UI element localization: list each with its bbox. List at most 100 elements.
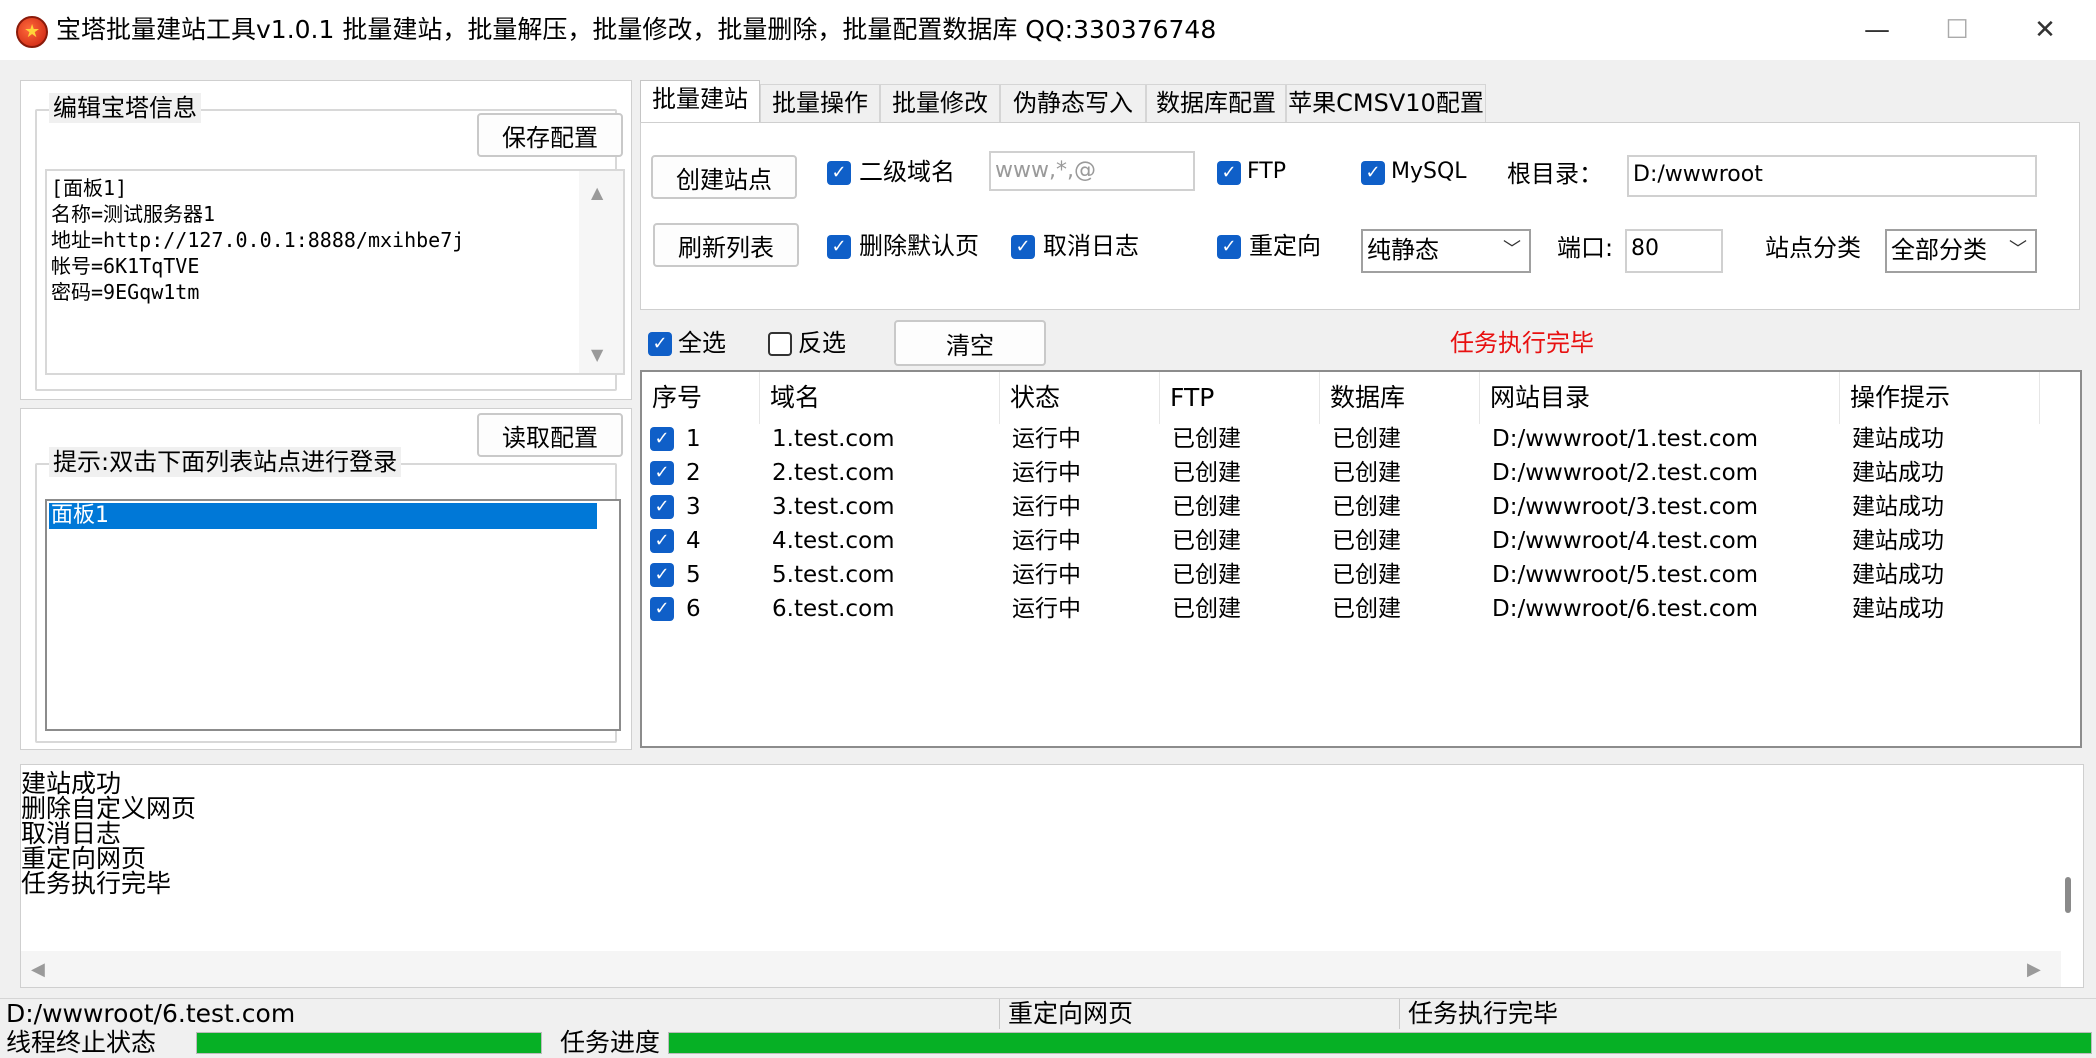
column-header-domain[interactable]: 域名 [760,372,1000,424]
config-line: 名称=测试服务器1 [51,202,216,226]
subdomain-label: 二级域名 [859,158,955,186]
column-header-database[interactable]: 数据库 [1320,372,1480,424]
log-line: 建站成功 [21,769,122,798]
log-horizontal-scrollbar[interactable]: ◀ ▶ [21,951,2061,987]
row-status: 运行中 [1012,596,1081,622]
row-checkbox[interactable]: ✓ [650,495,674,519]
row-hint: 建站成功 [1852,528,1944,554]
refresh-list-button[interactable]: 刷新列表 [653,223,799,267]
close-button[interactable]: ✕ [2000,0,2090,60]
status-message: 任务执行完毕 [1408,999,1559,1028]
row-checkbox[interactable]: ✓ [650,461,674,485]
status-path: D:/wwwroot/6.test.com [0,999,1000,1029]
php-version-select[interactable]: 纯静态 ﹀ [1361,229,1531,273]
select-all-label: 全选 [678,329,726,357]
subdomain-checkbox[interactable]: ✓ [827,161,851,185]
config-line: [面板1] [51,176,128,200]
row-hint: 建站成功 [1852,460,1944,486]
cancel-log-label: 取消日志 [1043,232,1139,260]
cancel-log-checkbox[interactable]: ✓ [1011,235,1035,259]
port-input[interactable]: 80 [1625,229,1723,273]
site-table[interactable]: 序号 域名 状态 FTP 数据库 网站目录 操作提示 ✓ 1 1.test.co… [640,370,2082,748]
column-header-site-dir[interactable]: 网站目录 [1480,372,1840,424]
task-progress-fill [669,1033,2091,1053]
title-bar: ★ 宝塔批量建站工具v1.0.1 批量建站，批量解压，批量修改，批量删除，批量配… [0,0,2096,60]
clear-button[interactable]: 清空 [894,320,1046,366]
row-site-dir: D:/wwwroot/3.test.com [1492,494,1759,520]
ftp-checkbox[interactable]: ✓ [1217,161,1241,185]
row-domain: 5.test.com [772,562,895,588]
row-site-dir: D:/wwwroot/2.test.com [1492,460,1759,486]
task-progress-bar [668,1032,2092,1054]
table-row[interactable]: ✓ 3 3.test.com 运行中 已创建 已创建 D:/wwwroot/3.… [642,490,2080,524]
table-row[interactable]: ✓ 6 6.test.com 运行中 已创建 已创建 D:/wwwroot/6.… [642,592,2080,626]
row-site-dir: D:/wwwroot/5.test.com [1492,562,1759,588]
invert-selection-label: 反选 [798,329,846,357]
mysql-label: MySQL [1391,159,1467,184]
maximize-button[interactable]: ☐ [1912,0,2002,60]
row-hint: 建站成功 [1852,596,1944,622]
edit-config-group-label: 编辑宝塔信息 [49,93,201,123]
scroll-down-arrow-icon[interactable]: ▼ [591,345,603,364]
select-all-checkbox[interactable]: ✓ [648,332,672,356]
table-row[interactable]: ✓ 1 1.test.com 运行中 已创建 已创建 D:/wwwroot/1.… [642,422,2080,456]
table-row[interactable]: ✓ 2 2.test.com 运行中 已创建 已创建 D:/wwwroot/2.… [642,456,2080,490]
row-ftp: 已创建 [1172,460,1241,486]
row-checkbox[interactable]: ✓ [650,563,674,587]
row-index: 1 [686,426,701,452]
mysql-checkbox[interactable]: ✓ [1361,161,1385,185]
minimize-button[interactable]: — [1832,0,1922,60]
column-header-status[interactable]: 状态 [1000,372,1160,424]
config-textarea[interactable]: [面板1] 名称=测试服务器1 地址=http://127.0.0.1:8888… [45,169,625,375]
log-textarea[interactable]: 建站成功 删除自定义网页 取消日志 重定向网页 任务执行完毕 ◀ ▶ [20,764,2084,988]
tab-database-config[interactable]: 数据库配置 [1146,84,1286,122]
create-site-button[interactable]: 创建站点 [651,155,797,199]
task-progress-label: 任务进度 [560,1028,661,1057]
site-category-select[interactable]: 全部分类 ﹀ [1885,229,2037,273]
log-line: 取消日志 [21,819,122,848]
log-vertical-scrollbar[interactable] [2065,877,2071,913]
row-checkbox[interactable]: ✓ [650,597,674,621]
row-domain: 6.test.com [772,596,895,622]
scroll-left-arrow-icon[interactable]: ◀ [31,959,45,980]
row-ftp: 已创建 [1172,494,1241,520]
row-hint: 建站成功 [1852,562,1944,588]
scroll-up-arrow-icon[interactable]: ▲ [591,183,603,202]
row-domain: 4.test.com [772,528,895,554]
root-dir-input[interactable]: D:/wwwroot [1627,155,2037,197]
tab-batch-modify[interactable]: 批量修改 [880,84,1000,122]
delete-default-page-checkbox[interactable]: ✓ [827,235,851,259]
row-domain: 2.test.com [772,460,895,486]
tab-batch-build[interactable]: 批量建站 [640,80,760,124]
table-row[interactable]: ✓ 4 4.test.com 运行中 已创建 已创建 D:/wwwroot/4.… [642,524,2080,558]
subdomain-input[interactable]: www,*,@ [989,151,1195,191]
scroll-right-arrow-icon[interactable]: ▶ [2027,959,2041,980]
thread-progress-bar [196,1032,542,1054]
site-list-panel: 读取配置 提示:双击下面列表站点进行登录 面板1 [20,408,632,750]
row-checkbox[interactable]: ✓ [650,529,674,553]
save-config-button[interactable]: 保存配置 [477,113,623,157]
load-config-button[interactable]: 读取配置 [477,413,623,457]
column-header-hint[interactable]: 操作提示 [1840,372,2040,424]
config-scrollbar[interactable]: ▲ ▼ [579,171,623,373]
column-header-index[interactable]: 序号 [642,372,760,424]
log-line: 删除自定义网页 [21,794,197,823]
root-dir-label: 根目录： [1507,160,1603,188]
php-version-value: 纯静态 [1367,236,1439,264]
invert-selection-checkbox[interactable] [768,332,792,356]
row-hint: 建站成功 [1852,494,1944,520]
row-database: 已创建 [1332,528,1401,554]
tab-batch-operate[interactable]: 批量操作 [760,84,880,122]
redirect-checkbox[interactable]: ✓ [1217,235,1241,259]
batch-build-panel: 创建站点 刷新列表 ✓ 二级域名 www,*,@ ✓ FTP ✓ MySQL 根… [640,122,2080,310]
table-row[interactable]: ✓ 5 5.test.com 运行中 已创建 已创建 D:/wwwroot/5.… [642,558,2080,592]
tab-rewrite[interactable]: 伪静态写入 [1000,84,1146,122]
delete-default-page-label: 删除默认页 [859,232,979,260]
row-checkbox[interactable]: ✓ [650,427,674,451]
redirect-label: 重定向 [1249,232,1321,260]
site-list-item[interactable]: 面板1 [49,503,597,529]
tab-maccms-config[interactable]: 苹果CMSV10配置 [1286,84,1486,122]
column-header-ftp[interactable]: FTP [1160,372,1320,424]
site-listbox[interactable]: 面板1 [45,499,621,731]
config-line: 地址=http://127.0.0.1:8888/mxihbe7j [51,228,465,252]
